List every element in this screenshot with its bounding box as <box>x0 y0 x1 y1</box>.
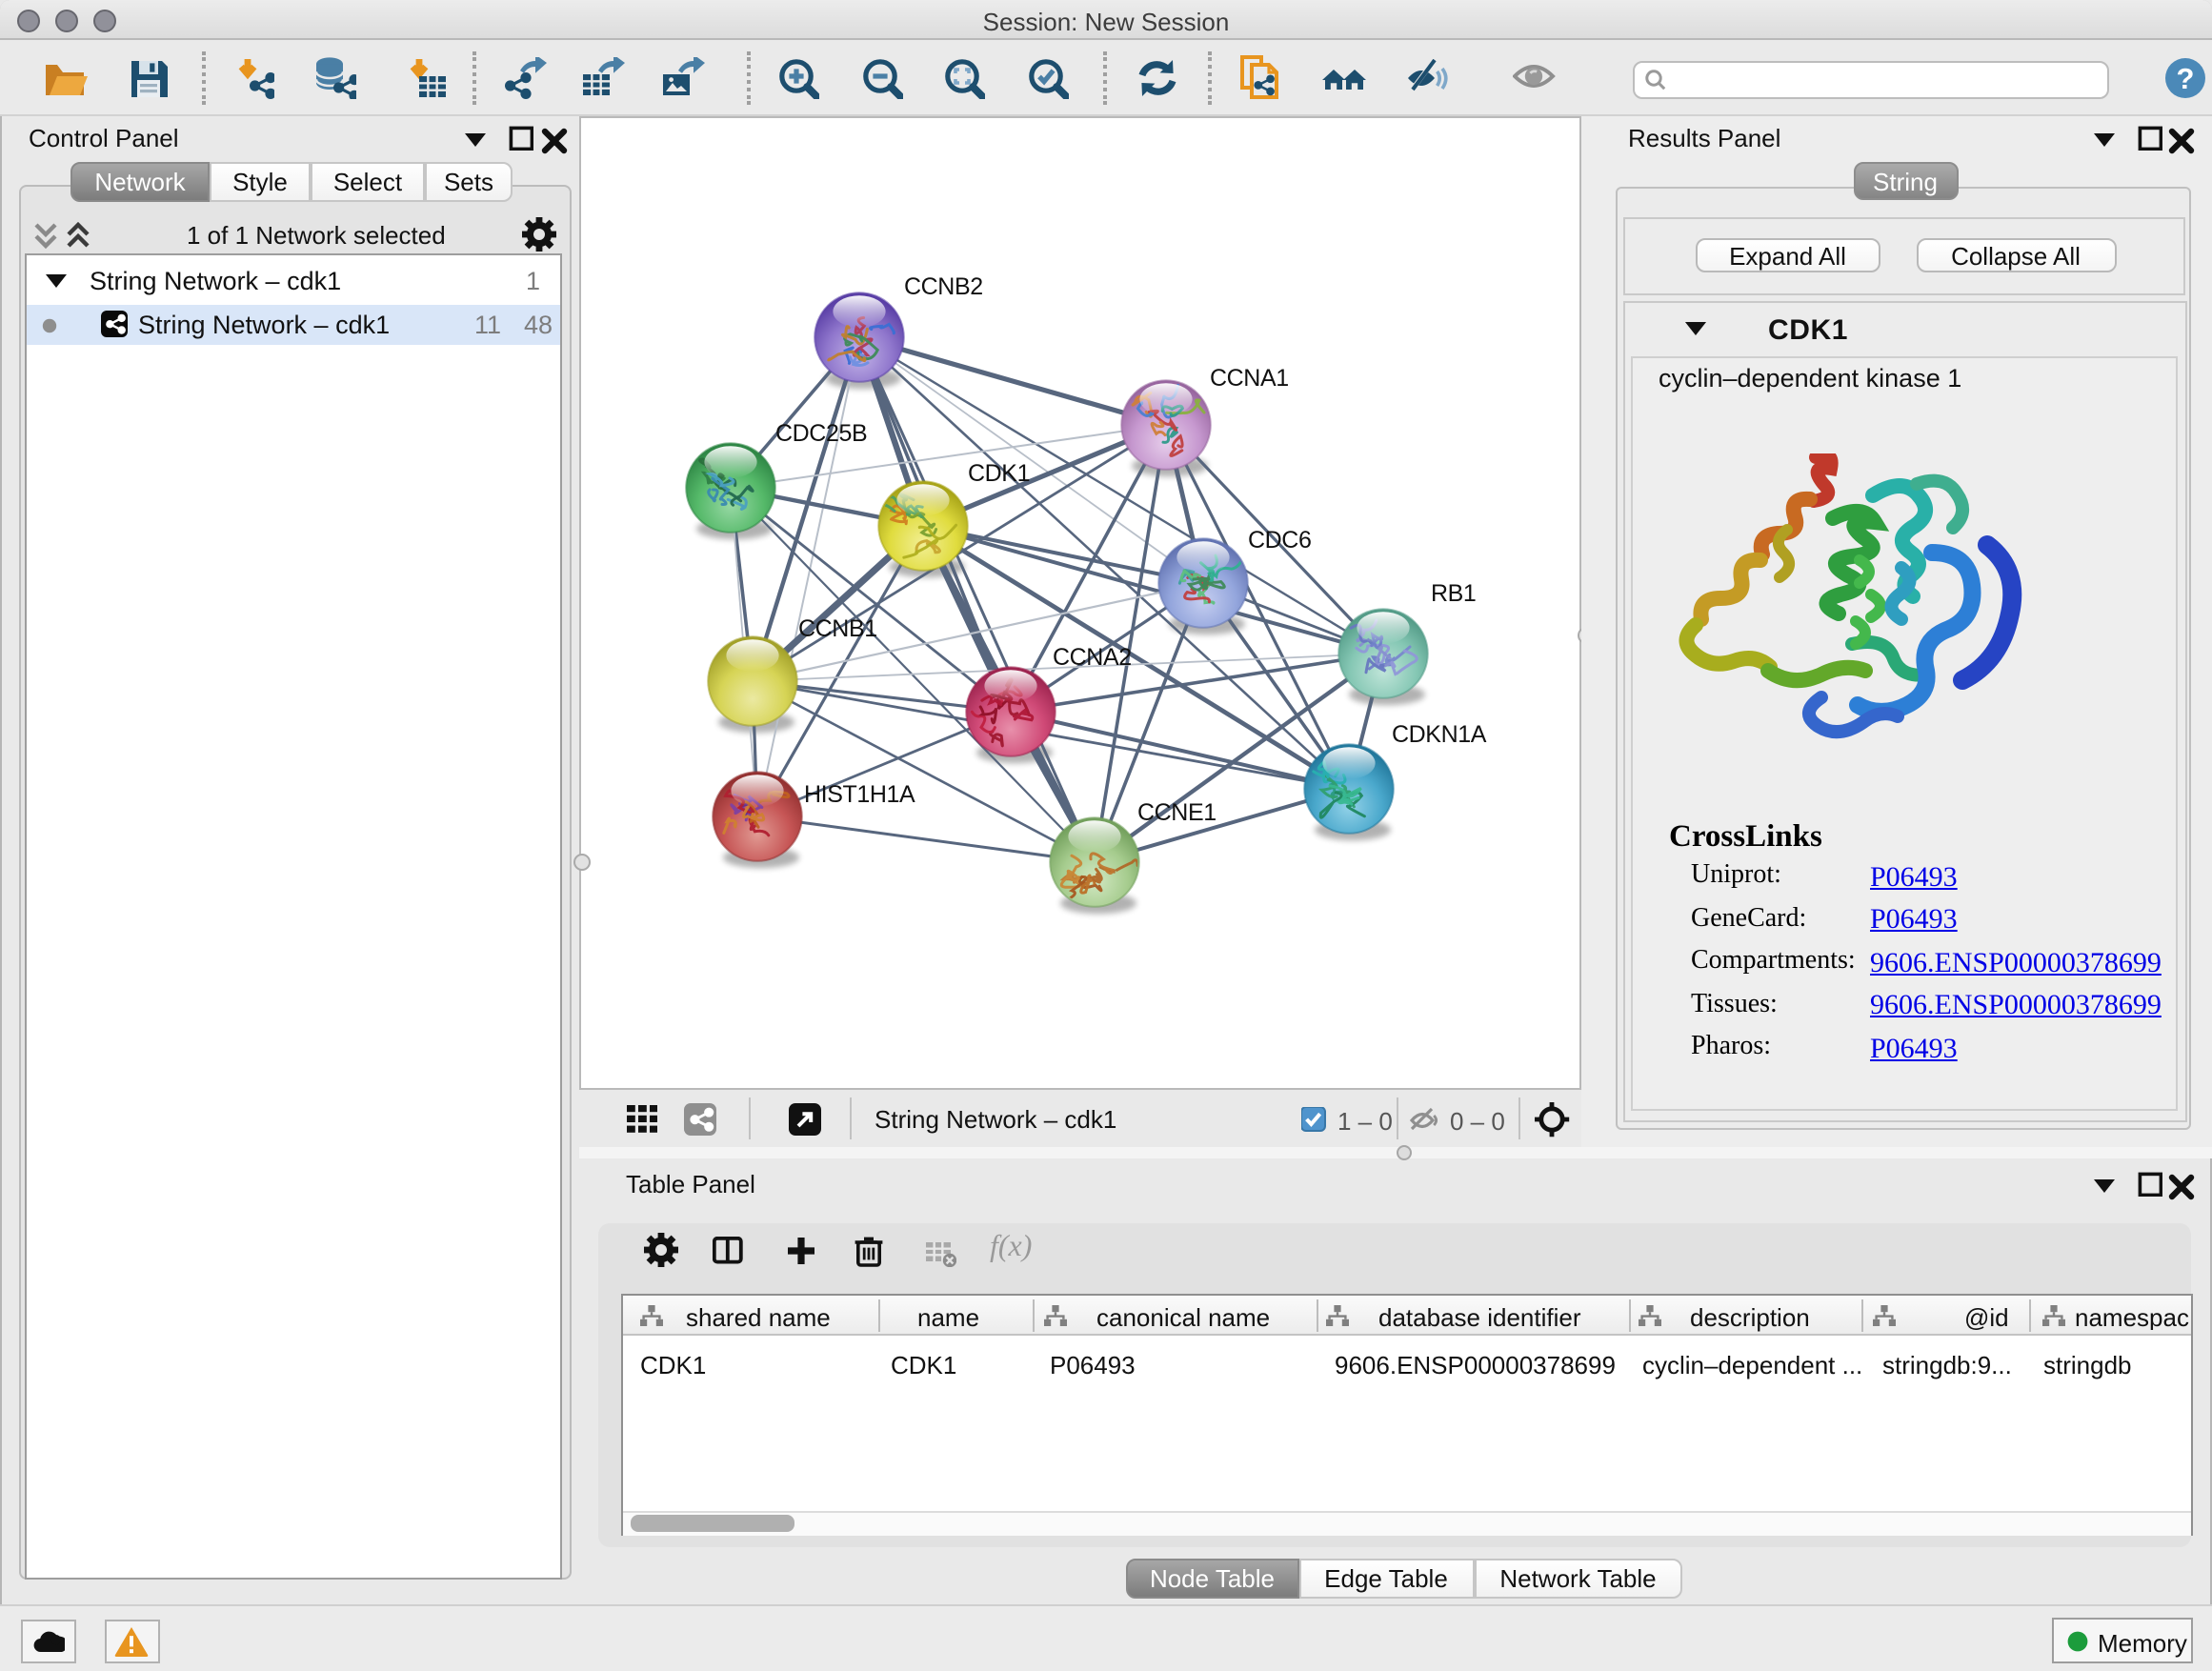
svg-text:?: ? <box>2177 62 2195 95</box>
svg-text:CDC6: CDC6 <box>1248 527 1311 554</box>
svg-text:CCNA1: CCNA1 <box>1210 365 1289 392</box>
svg-text:HIST1H1A: HIST1H1A <box>804 781 915 808</box>
svg-text:CCNA2: CCNA2 <box>1053 644 1132 671</box>
svg-text:RB1: RB1 <box>1431 580 1476 607</box>
svg-text:CDKN1A: CDKN1A <box>1392 721 1487 748</box>
svg-text:CCNE1: CCNE1 <box>1137 799 1217 826</box>
svg-text:CDC25B: CDC25B <box>775 420 867 447</box>
svg-text:CDK1: CDK1 <box>968 460 1030 487</box>
svg-text:CCNB1: CCNB1 <box>798 615 877 642</box>
svg-text:CCNB2: CCNB2 <box>904 273 983 300</box>
